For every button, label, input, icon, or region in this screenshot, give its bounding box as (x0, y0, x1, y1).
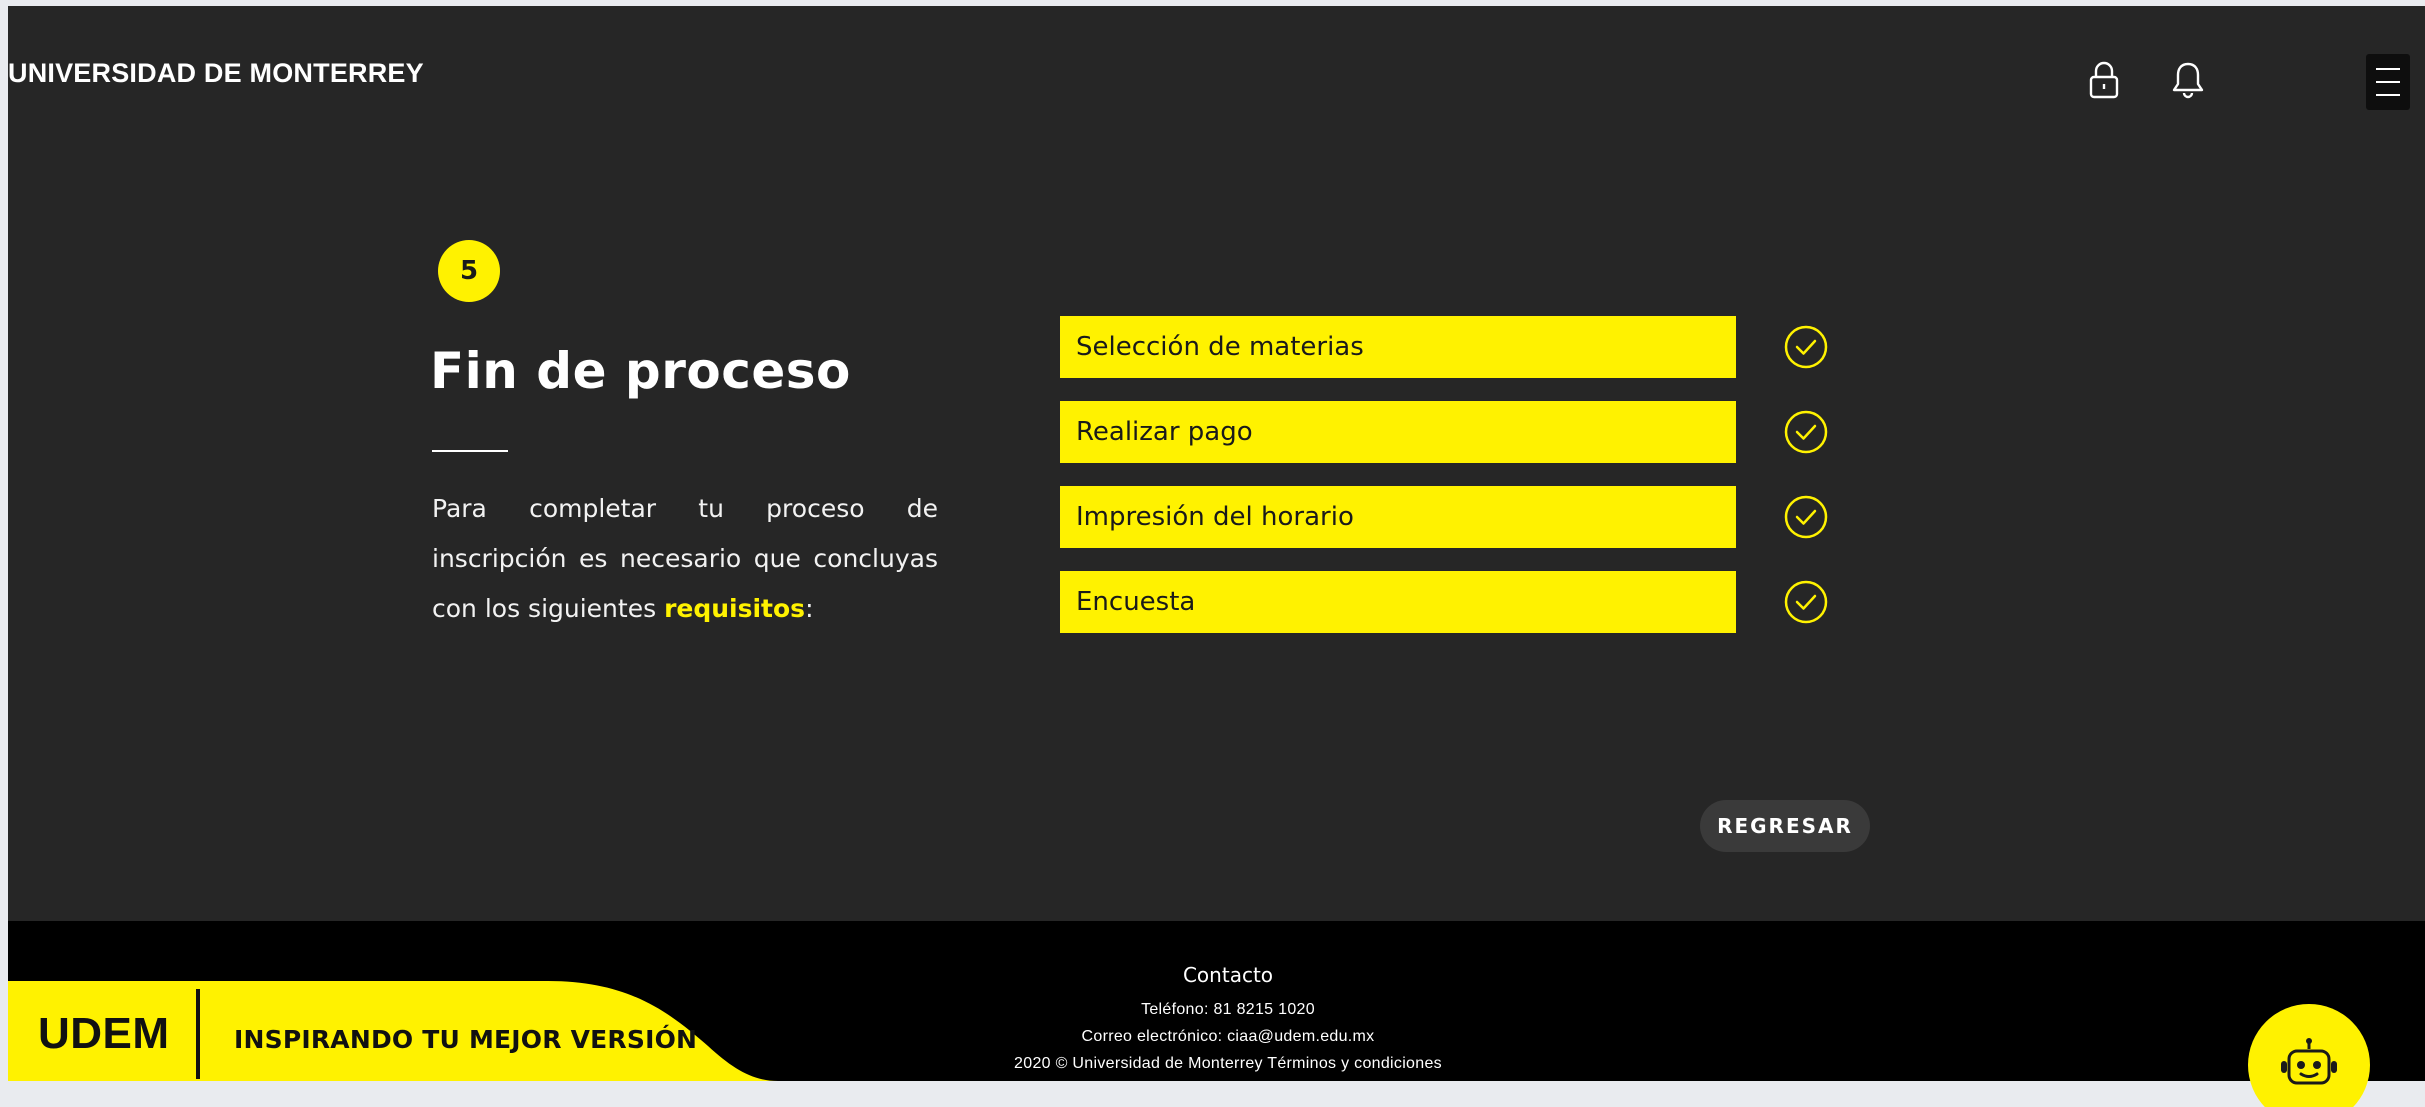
contact-email: Correo electrónico: ciaa@udem.edu.mx (1081, 1028, 1375, 1045)
lock-icon[interactable] (2082, 56, 2126, 104)
footer: UDEM INSPIRANDO TU MEJOR VERSIÓN Contact… (8, 921, 2425, 1081)
requirement-label: Selección de materias (1076, 332, 1364, 362)
requirement-label: Realizar pago (1076, 417, 1253, 447)
step-number-badge: 5 (438, 240, 500, 302)
bell-icon[interactable] (2166, 56, 2210, 104)
check-circle-icon (1784, 495, 1828, 539)
brand-title: UNIVERSIDAD DE MONTERREY (8, 58, 424, 88)
process-description: Para completar tu proceso de inscripción… (432, 484, 938, 634)
title-divider (432, 450, 508, 452)
requirement-label: Encuesta (1076, 587, 1196, 617)
check-circle-icon (1784, 325, 1828, 369)
requirement-label: Impresión del horario (1076, 502, 1354, 532)
check-circle-icon (1784, 410, 1828, 454)
app-root: UNIVERSIDAD DE MONTERREY 5 Fin de proces… (8, 6, 2425, 1107)
contact-title: Contacto (1182, 963, 1274, 987)
page-title: Fin de proceso (430, 342, 851, 400)
requirement-item[interactable]: Impresión del horario (1060, 486, 1736, 548)
requirement-item[interactable]: Realizar pago (1060, 401, 1736, 463)
contact-phone: Teléfono: 81 8215 1020 (1141, 1001, 1315, 1018)
requirement-item[interactable]: Encuesta (1060, 571, 1736, 633)
udem-logo: UDEM (38, 1009, 170, 1058)
description-suffix: : (805, 594, 814, 623)
back-button[interactable]: REGRESAR (1700, 800, 1870, 852)
footer-tagline: INSPIRANDO TU MEJOR VERSIÓN (234, 1025, 698, 1054)
menu-icon (2376, 68, 2400, 96)
check-circle-icon (1784, 580, 1828, 624)
logo-divider (196, 989, 200, 1079)
requirements-highlight: requisitos (664, 594, 806, 623)
requirement-item[interactable]: Selección de materias (1060, 316, 1736, 378)
robot-icon (2281, 1038, 2337, 1085)
menu-button[interactable] (2366, 54, 2410, 110)
footer-copyright[interactable]: 2020 © Universidad de Monterrey Términos… (878, 1055, 1578, 1073)
main-section: UNIVERSIDAD DE MONTERREY 5 Fin de proces… (8, 6, 2425, 921)
